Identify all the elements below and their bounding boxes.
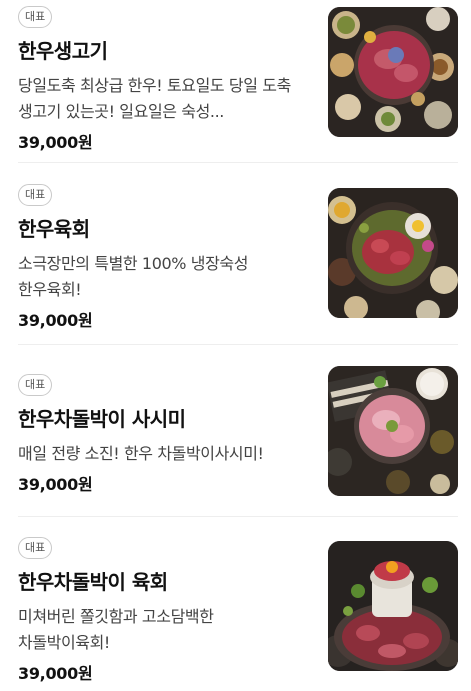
menu-item-price: 39,000원 <box>18 664 93 683</box>
menu-item-name: 한우차돌박이 사시미 <box>18 407 186 431</box>
menu-item-photo[interactable] <box>328 541 458 671</box>
menu-item[interactable]: 대표 한우육회 소극장만의 특별한 100% 냉장숙성 한우육회! 39,000… <box>18 183 458 330</box>
raw-beef-platter-image <box>328 7 458 137</box>
menu-item-name: 한우생고기 <box>18 39 108 63</box>
menu-item-text: 대표 한우차돌박이 사시미 매일 전량 소진! 한우 차돌박이사시미! 39,0… <box>18 373 310 495</box>
menu-item-photo[interactable] <box>328 7 458 137</box>
signature-badge: 대표 <box>18 374 53 396</box>
menu-item-text: 대표 한우육회 소극장만의 특별한 100% 냉장숙성 한우육회! 39,000… <box>18 183 310 331</box>
signature-badge: 대표 <box>18 6 53 28</box>
signature-badge: 대표 <box>18 537 53 559</box>
brisket-yukhoe-tower-image <box>328 541 458 671</box>
menu-item-description: 매일 전량 소진! 한우 차돌박이사시미! <box>18 444 264 463</box>
brisket-sashimi-platter-image <box>328 366 458 496</box>
menu-item-photo[interactable] <box>328 188 458 318</box>
menu-item-text: 대표 한우차돌박이 육회 미쳐버린 쫄깃함과 고소담백한 차돌박이육회! 39,… <box>18 536 310 684</box>
menu-item-description: 당일도축 최상급 한우! 토요일도 당일 도축 생고기 있는곳! 일요일은 숙성… <box>18 76 291 121</box>
menu-item-price: 39,000원 <box>18 133 93 152</box>
menu-item-name: 한우차돌박이 육회 <box>18 570 168 594</box>
menu-item-price: 39,000원 <box>18 475 93 494</box>
menu-item[interactable]: 대표 한우차돌박이 육회 미쳐버린 쫄깃함과 고소담백한 차돌박이육회! 39,… <box>18 536 458 683</box>
beef-tartare-platter-image <box>328 188 458 318</box>
menu-item-photo[interactable] <box>328 366 458 496</box>
divider <box>18 344 458 345</box>
signature-badge: 대표 <box>18 184 53 206</box>
menu-item-description: 소극장만의 특별한 100% 냉장숙성 한우육회! <box>18 254 249 299</box>
menu-list: 대표 한우생고기 당일도축 최상급 한우! 토요일도 당일 도축 생고기 있는곳… <box>0 0 471 691</box>
menu-item[interactable]: 대표 한우생고기 당일도축 최상급 한우! 토요일도 당일 도축 생고기 있는곳… <box>18 5 458 152</box>
divider <box>18 162 458 163</box>
divider <box>18 516 458 517</box>
menu-item-text: 대표 한우생고기 당일도축 최상급 한우! 토요일도 당일 도축 생고기 있는곳… <box>18 5 310 153</box>
menu-item[interactable]: 대표 한우차돌박이 사시미 매일 전량 소진! 한우 차돌박이사시미! 39,0… <box>18 366 458 498</box>
menu-item-name: 한우육회 <box>18 217 90 241</box>
menu-item-description: 미쳐버린 쫄깃함과 고소담백한 차돌박이육회! <box>18 607 214 652</box>
menu-item-price: 39,000원 <box>18 311 93 330</box>
